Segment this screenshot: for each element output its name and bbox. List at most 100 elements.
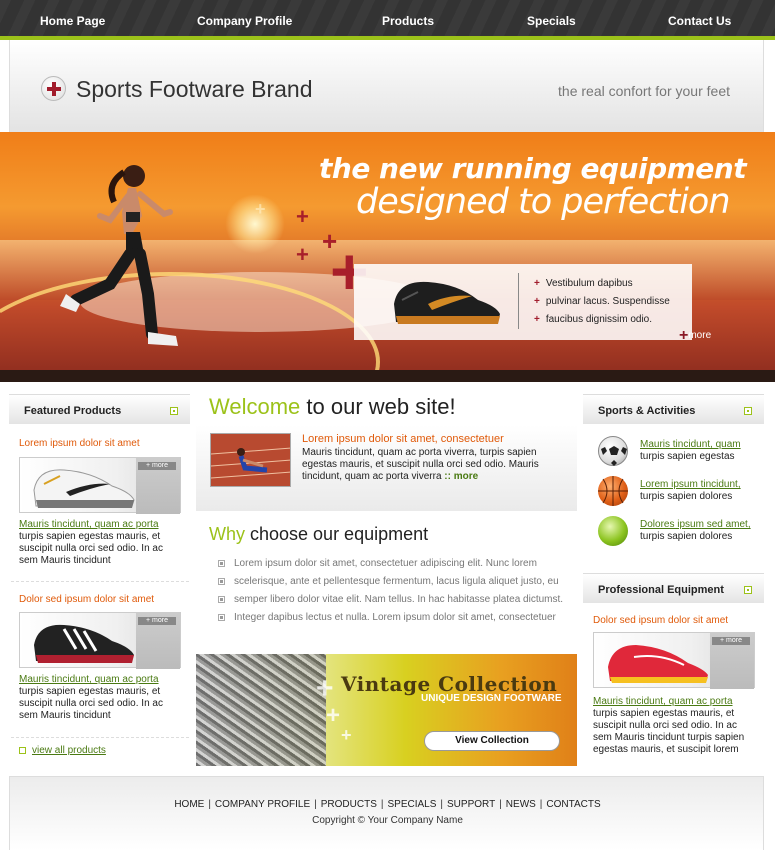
plus-decor-icon: + [296,242,309,267]
welcome-highlight: Welcome [209,394,301,419]
vintage-subtitle: UNIQUE DESIGN FOOTWARE [421,693,562,704]
why-bullet-item: Integer dapibus lectus et nulla. Lorem i… [218,612,563,630]
why-bullet-list: Lorem ipsum dolor sit amet, consectetuer… [218,558,563,630]
running-shoe-image[interactable] [388,270,504,330]
white-sneaker-icon [33,469,135,508]
banner-bottom-strip [0,370,775,382]
separator: | [539,799,543,810]
view-all-products[interactable]: view all products [19,745,106,756]
promo-feature-item: + pulvinar lacus. Suspendisse [534,296,670,307]
professional-item-link[interactable]: Mauris tincidunt, quam ac porta [593,696,733,707]
copyright: Copyright © Your Company Name [312,815,463,826]
footer-link-contacts[interactable]: CONTACTS [546,799,600,810]
sports-activities-header: Sports & Activities [583,394,764,424]
featured-products-title: Featured Products [24,405,122,417]
vintage-collection-banner[interactable]: + + + Vintage Collection UNIQUE DESIGN F… [196,654,577,766]
square-bullet-icon [218,560,225,567]
professional-equipment-title: Professional Equipment [598,584,724,596]
footer-link-home[interactable]: HOME [174,799,204,810]
footer-link-specials[interactable]: SPECIALS [387,799,436,810]
vintage-shoes-pile-image [196,654,326,766]
why-rest: choose our equipment [245,524,429,544]
welcome-rest: to our web site! [300,394,456,419]
sports-item-text: turpis sapien egestas [640,451,735,462]
site-footer: HOME | COMPANY PROFILE | PRODUCTS | SPECIALS | S… [9,776,764,850]
sports-item-link[interactable]: Lorem ipsum tincidunt, [640,479,741,490]
plus-bullet-icon: + [534,314,540,325]
product-image[interactable]: + more [593,632,755,689]
hero-banner: the new running equipment designed to pe… [0,132,775,382]
intro-title[interactable]: Lorem ipsum dolor sit amet, consectetuer [302,433,557,445]
featured-item-title[interactable]: Lorem ipsum dolor sit amet [19,438,140,449]
sports-item-link[interactable]: Dolores ipsum sed amet, [640,519,751,530]
welcome-heading: Welcome to our web site! [209,394,456,420]
footer-link-company-profile[interactable]: COMPANY PROFILE [215,799,310,810]
why-bullet-item: Lorem ipsum dolor sit amet, consectetuer… [218,558,563,576]
top-navigation: Home Page Company Profile Products Speci… [0,0,775,40]
black-sneaker-icon [34,624,134,663]
featured-item-text: turpis sapien egestas mauris, et suscipi… [19,686,163,721]
divider [11,737,189,738]
separator: | [314,799,317,810]
promo-feature-item: + Vestibulum dapibus [534,278,633,289]
featured-item-text: turpis sapien egestas mauris, et suscipi… [19,531,163,566]
promo-feature-item: + faucibus dignissim odio. [534,314,653,325]
banner-subheadline: designed to perfection [356,182,731,222]
why-bullet-item: semper libero dolor vitae elit. Nam tell… [218,594,563,612]
nav-home[interactable]: Home Page [40,14,105,28]
nav-contact-us[interactable]: Contact Us [668,14,731,28]
view-collection-button[interactable]: View Collection [424,731,560,751]
banner-headline: the new running equipment [319,152,747,185]
cross-logo-icon[interactable] [41,76,66,101]
basketball-lines [598,476,628,506]
square-bullet-icon [19,747,26,754]
square-bullet-icon [218,578,225,585]
square-bullet-icon [218,596,225,603]
more-button[interactable]: + more [712,637,750,645]
square-bullet-icon [170,407,178,415]
footer-link-products[interactable]: PRODUCTS [321,799,377,810]
sports-activities-title: Sports & Activities [598,405,696,417]
featured-item-link[interactable]: Mauris tincidunt, quam ac porta [19,519,159,530]
intro-more-link[interactable]: :: more [444,471,478,482]
sports-item-link[interactable]: Mauris tincidunt, quam [640,439,741,450]
nav-specials[interactable]: Specials [527,14,576,28]
stretching-athlete-icon [211,434,290,486]
footer-link-support[interactable]: SUPPORT [447,799,495,810]
tagline: the real confort for your feet [558,83,730,99]
red-spike-shoe-icon [608,645,708,683]
green-ball-icon [598,516,628,546]
intro-text: Mauris tincidunt, quam ac porta viverra,… [302,447,539,482]
featured-item-title[interactable]: Dolor sed ipsum dolor sit amet [19,594,154,605]
product-image[interactable]: + more [19,457,181,514]
separator: | [208,799,211,810]
runner-illustration [60,165,178,346]
square-bullet-icon [744,586,752,594]
plus-decor-icon: + [326,702,341,729]
footer-link-news[interactable]: NEWS [506,799,536,810]
plus-decor-icon: + [316,672,334,705]
more-button[interactable]: + more [138,462,176,470]
promo-divider [518,273,519,329]
athlete-stretching-image[interactable] [210,433,291,487]
view-all-products-link[interactable]: view all products [32,745,106,756]
nav-company-profile[interactable]: Company Profile [197,14,292,28]
professional-item-title[interactable]: Dolor sed ipsum dolor sit amet [593,615,728,626]
more-button[interactable]: + more [138,617,176,625]
plus-icon: + [679,327,689,344]
basketball-icon [598,476,628,506]
nav-products[interactable]: Products [382,14,434,28]
product-image[interactable]: + more [19,612,181,669]
site-header: Sports Footware Brand the real confort f… [9,40,764,132]
square-bullet-icon [744,407,752,415]
square-bullet-icon [218,614,225,621]
separator: | [499,799,502,810]
soccer-ball-icon [598,436,628,466]
why-heading: Why choose our equipment [209,524,428,545]
brand-name[interactable]: Sports Footware Brand [76,76,313,103]
plus-decor-icon: + [255,199,266,219]
separator: | [380,799,384,810]
featured-item-link[interactable]: Mauris tincidunt, quam ac porta [19,674,159,685]
footer-links: HOME | COMPANY PROFILE | PRODUCTS | SPECIALS | S… [10,799,765,810]
banner-more-link[interactable]: +more [679,327,711,345]
